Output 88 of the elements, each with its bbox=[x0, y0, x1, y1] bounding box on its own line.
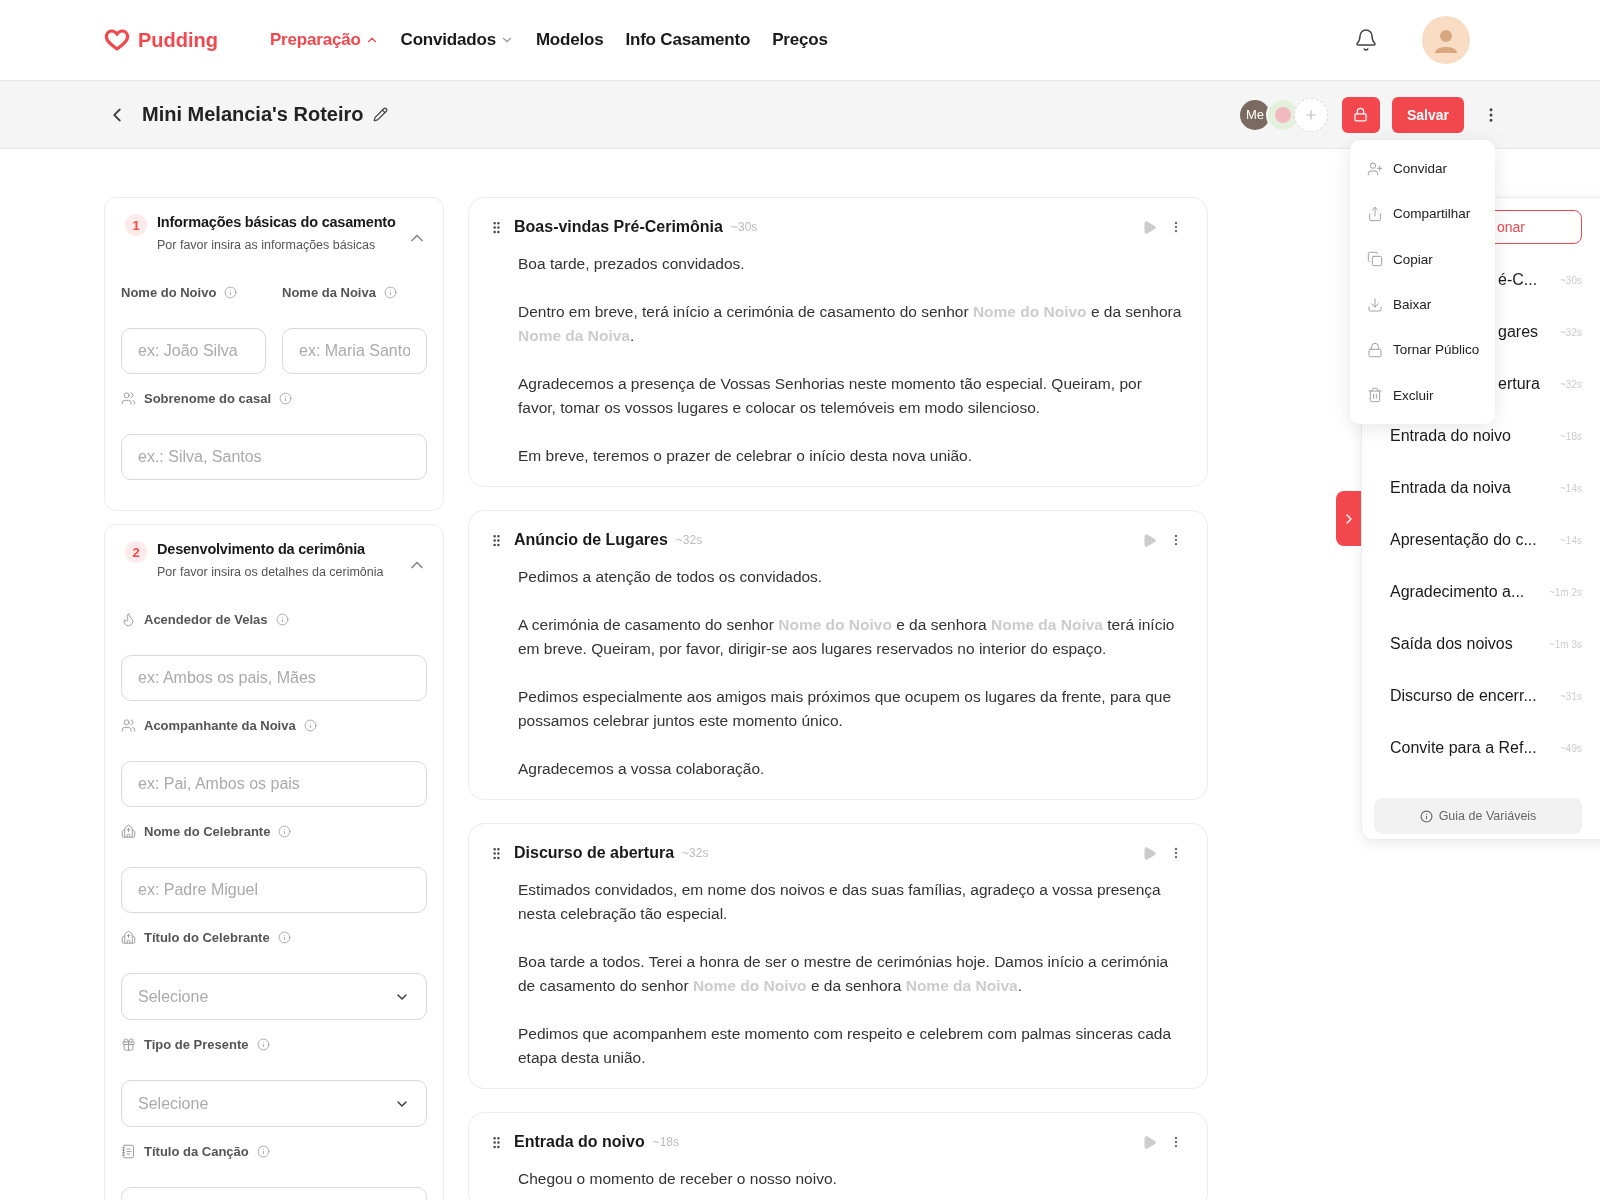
menu-item[interactable]: Convidar bbox=[1350, 146, 1495, 192]
duration-label: ~30s bbox=[730, 220, 758, 234]
section-subtitle: Por favor insira as informações básicas bbox=[157, 238, 377, 252]
script-paragraph: Pedimos que acompanhem este momento com respeito e celebrem com palmas sinceras cada etapa desta união. bbox=[518, 1024, 1173, 1068]
script-paragraph: Pedimos especialmente aos amigos mais próximos que ocupem os lugares da frente, para que possamos celebrar juntos este momento único. bbox=[518, 687, 1173, 731]
field-label: Nome do Noivo bbox=[121, 284, 217, 300]
save-button[interactable]: Salvar bbox=[1391, 96, 1464, 133]
script-paragraph: Em breve, teremos o prazer de celebrar o início desta nova união. bbox=[518, 446, 974, 466]
input-field[interactable]: ex: Maria Santo bbox=[282, 328, 427, 374]
nav-link[interactable]: Convidados bbox=[400, 30, 514, 50]
logo-text: Pudding bbox=[138, 28, 218, 52]
play-icon[interactable] bbox=[1142, 1134, 1157, 1150]
input-field[interactable]: ex: João Silva bbox=[121, 328, 266, 374]
building-icon bbox=[121, 929, 136, 945]
card-title: Discurso de abertura bbox=[514, 844, 675, 862]
input-field[interactable]: ex: Padre Miguel bbox=[121, 867, 427, 913]
field-label: Acendedor de Velas bbox=[144, 611, 268, 627]
info-icon[interactable] bbox=[383, 285, 397, 299]
nav-link[interactable]: Preços bbox=[772, 30, 828, 50]
info-icon[interactable] bbox=[277, 930, 291, 944]
info-icon[interactable] bbox=[224, 285, 238, 299]
people-icon bbox=[121, 717, 136, 733]
menu-item[interactable]: Excluir bbox=[1350, 372, 1495, 418]
play-icon[interactable] bbox=[1142, 219, 1157, 235]
field-label: Título do Celebrante bbox=[144, 929, 270, 945]
info-icon[interactable] bbox=[278, 824, 292, 838]
plus-icon bbox=[1303, 107, 1318, 122]
info-icon[interactable] bbox=[279, 391, 293, 405]
field-label: Nome da Noiva bbox=[282, 284, 376, 300]
copy-icon bbox=[1367, 251, 1383, 268]
menu-item[interactable]: Compartilhar bbox=[1350, 191, 1495, 237]
duration-label: ~32s bbox=[682, 846, 709, 860]
lock-icon bbox=[1353, 107, 1369, 122]
script-paragraph: Agradecemos a vossa colaboração. bbox=[518, 759, 766, 779]
logo-icon bbox=[104, 29, 130, 51]
step-number: 2 bbox=[125, 541, 147, 563]
lock-icon bbox=[1367, 341, 1383, 358]
guide-button[interactable]: Guia de Variáveis bbox=[1374, 798, 1582, 834]
card-title: Boas-vindas Pré-Cerimônia bbox=[514, 218, 723, 236]
card-title: Anúncio de Lugares bbox=[514, 531, 668, 549]
lock-button[interactable] bbox=[1341, 96, 1380, 133]
gift-icon bbox=[121, 1036, 136, 1052]
expand-tab[interactable] bbox=[1336, 491, 1361, 546]
notebook-icon bbox=[121, 1143, 136, 1159]
info-icon[interactable] bbox=[256, 1037, 270, 1051]
trash-icon bbox=[1367, 387, 1383, 404]
duration-label: ~18s bbox=[652, 1135, 680, 1149]
user-plus-icon bbox=[1367, 160, 1383, 177]
play-icon[interactable] bbox=[1142, 532, 1157, 548]
share-icon bbox=[1367, 206, 1383, 222]
step-number: 1 bbox=[125, 214, 147, 236]
people-icon bbox=[121, 390, 136, 406]
info-icon[interactable] bbox=[303, 718, 317, 732]
section-title: Informações básicas do casamento bbox=[157, 214, 397, 230]
info-icon[interactable] bbox=[275, 612, 289, 626]
input-field[interactable]: ex: Ambos os pais, Mães bbox=[121, 655, 427, 701]
script-paragraph: Boa tarde, prezados convidados. bbox=[518, 254, 746, 274]
script-paragraph: Pedimos a atenção de todos os convidados. bbox=[518, 567, 824, 587]
input-field[interactable]: ex.: Silva, Santos bbox=[121, 434, 427, 480]
download-icon bbox=[1367, 296, 1383, 313]
field-label: Acompanhante da Noiva bbox=[144, 717, 296, 733]
nav-link[interactable]: Info Casamento bbox=[625, 30, 751, 50]
card-title: Entrada do noivo bbox=[514, 1133, 645, 1151]
input-field[interactable]: ex: Pai, Ambos os pais bbox=[121, 761, 427, 807]
duration-label: ~32s bbox=[675, 533, 703, 547]
script-paragraph: Agradecemos a presença de Vossas Senhorias neste momento tão especial. Queiram, por favor, tomar os vossos lugares e colocar os telemóveis em modo silencioso. bbox=[518, 374, 1143, 418]
flame-icon bbox=[121, 611, 136, 627]
field-label: Tipo de Presente bbox=[144, 1036, 249, 1052]
section-title: Desenvolvimento da cerimônia bbox=[157, 541, 366, 557]
menu-item[interactable]: Tornar Público bbox=[1350, 327, 1495, 373]
section-subtitle: Por favor insira os detalhes da cerimônia bbox=[157, 565, 385, 579]
play-icon[interactable] bbox=[1142, 845, 1157, 861]
building-icon bbox=[121, 823, 136, 839]
edit-icon[interactable] bbox=[373, 107, 389, 122]
nav-link[interactable]: Preparação bbox=[270, 30, 379, 50]
field-label: Nome do Celebrante bbox=[144, 823, 271, 839]
menu-item[interactable]: Baixar bbox=[1350, 282, 1495, 328]
nav-link[interactable]: Modelos bbox=[535, 30, 604, 50]
script-paragraph: Estimados convidados, em nome dos noivos e das suas famílias, agradeço a vossa presença nesta celebração tão especial. bbox=[518, 880, 1162, 924]
document-title: Mini Melancia's Roteiro bbox=[142, 103, 364, 126]
field-label: Sobrenome do casal bbox=[144, 390, 272, 406]
notification-icon[interactable] bbox=[1354, 28, 1378, 52]
script-paragraph: Chegou o momento de receber o nosso noivo. bbox=[518, 1169, 838, 1189]
menu-item[interactable]: Copiar bbox=[1350, 236, 1495, 282]
info-icon bbox=[1419, 809, 1433, 823]
field-label: Título da Canção bbox=[144, 1143, 249, 1159]
info-icon[interactable] bbox=[256, 1144, 270, 1158]
avatar-icon[interactable] bbox=[1422, 16, 1470, 64]
